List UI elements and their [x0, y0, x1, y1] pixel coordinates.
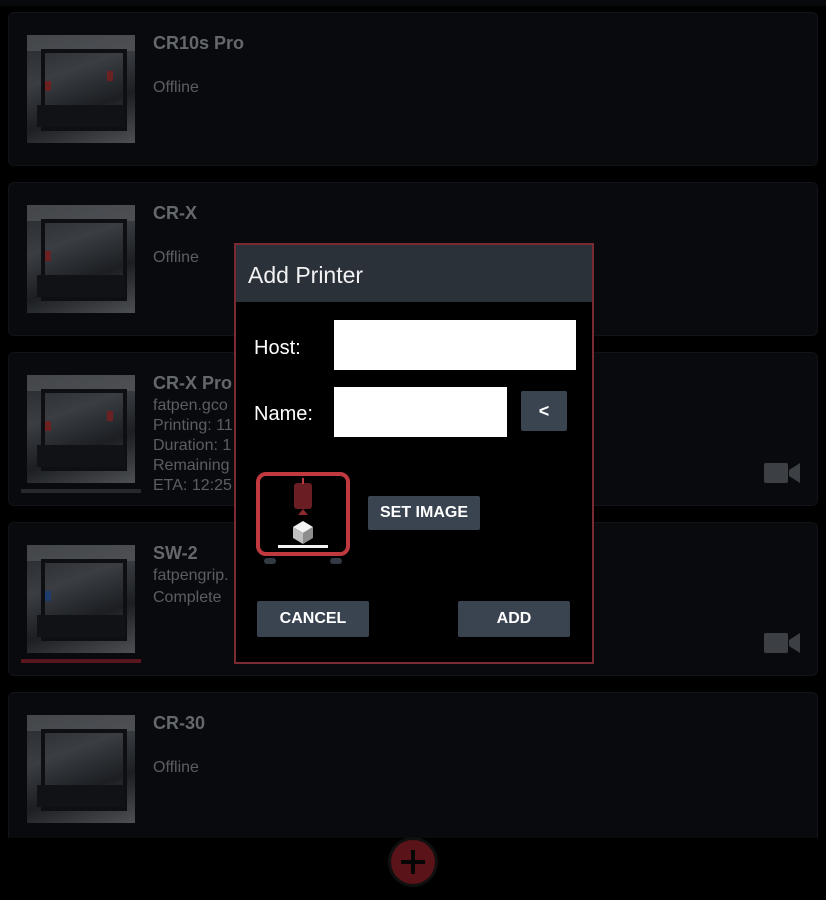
host-label: Host: [254, 337, 301, 359]
name-back-button[interactable]: < [521, 391, 567, 431]
add-button[interactable]: ADD [458, 601, 570, 637]
set-image-button[interactable]: SET IMAGE [368, 496, 480, 530]
cancel-button[interactable]: CANCEL [257, 601, 369, 637]
dialog-header: Add Printer [236, 245, 592, 302]
host-input[interactable] [334, 320, 576, 370]
dialog-title: Add Printer [248, 262, 364, 288]
add-printer-dialog: Add Printer Host: Name: < SET IMAGE CANC… [234, 243, 594, 664]
name-label: Name: [254, 403, 313, 425]
printer-image-icon[interactable] [254, 470, 352, 568]
name-input[interactable] [334, 387, 507, 437]
